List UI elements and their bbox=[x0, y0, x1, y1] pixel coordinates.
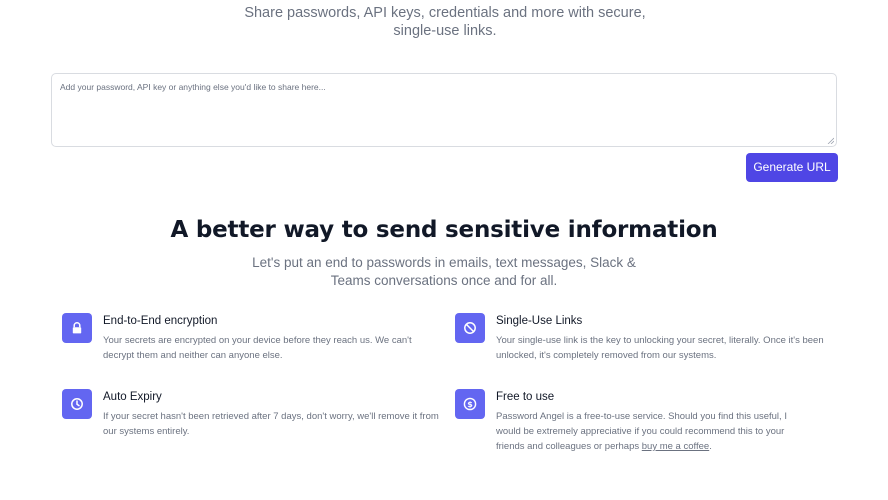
lock-icon bbox=[62, 313, 92, 343]
feature-title: Auto Expiry bbox=[103, 391, 162, 403]
feature-description-end: . bbox=[709, 441, 712, 452]
section-lead: Let's put an end to passwords in emails,… bbox=[252, 255, 636, 288]
generate-url-button[interactable]: Generate URL bbox=[746, 153, 838, 182]
clock-icon bbox=[62, 389, 92, 419]
section-title: A better way to send sensitive informati… bbox=[170, 217, 718, 243]
secret-input[interactable] bbox=[52, 74, 836, 146]
dollar-icon: $ bbox=[455, 389, 485, 419]
feature-encryption: End-to-End encryption Your secrets are e… bbox=[62, 313, 442, 369]
feature-title: Single-Use Links bbox=[496, 315, 583, 327]
feature-description: Password Angel is a free-to-use service.… bbox=[496, 409, 814, 454]
svg-text:$: $ bbox=[467, 400, 473, 409]
secret-input-container bbox=[51, 73, 837, 147]
block-icon bbox=[455, 313, 485, 343]
resize-handle-icon[interactable] bbox=[827, 137, 834, 144]
buy-me-a-coffee-link[interactable]: buy me a coffee bbox=[642, 441, 709, 452]
feature-auto-expiry: Auto Expiry If your secret hasn't been r… bbox=[62, 389, 442, 445]
feature-description: If your secret hasn't been retrieved aft… bbox=[103, 411, 439, 437]
hero-subtitle: Share passwords, API keys, credentials a… bbox=[244, 5, 646, 39]
feature-description: Your secrets are encrypted on your devic… bbox=[103, 335, 412, 361]
feature-title: Free to use bbox=[496, 391, 555, 403]
feature-free: $ Free to use Password Angel is a free-t… bbox=[455, 389, 835, 461]
feature-description: Your single-use link is the key to unloc… bbox=[496, 335, 824, 361]
feature-title: End-to-End encryption bbox=[103, 315, 218, 327]
feature-single-use: Single-Use Links Your single-use link is… bbox=[455, 313, 835, 369]
